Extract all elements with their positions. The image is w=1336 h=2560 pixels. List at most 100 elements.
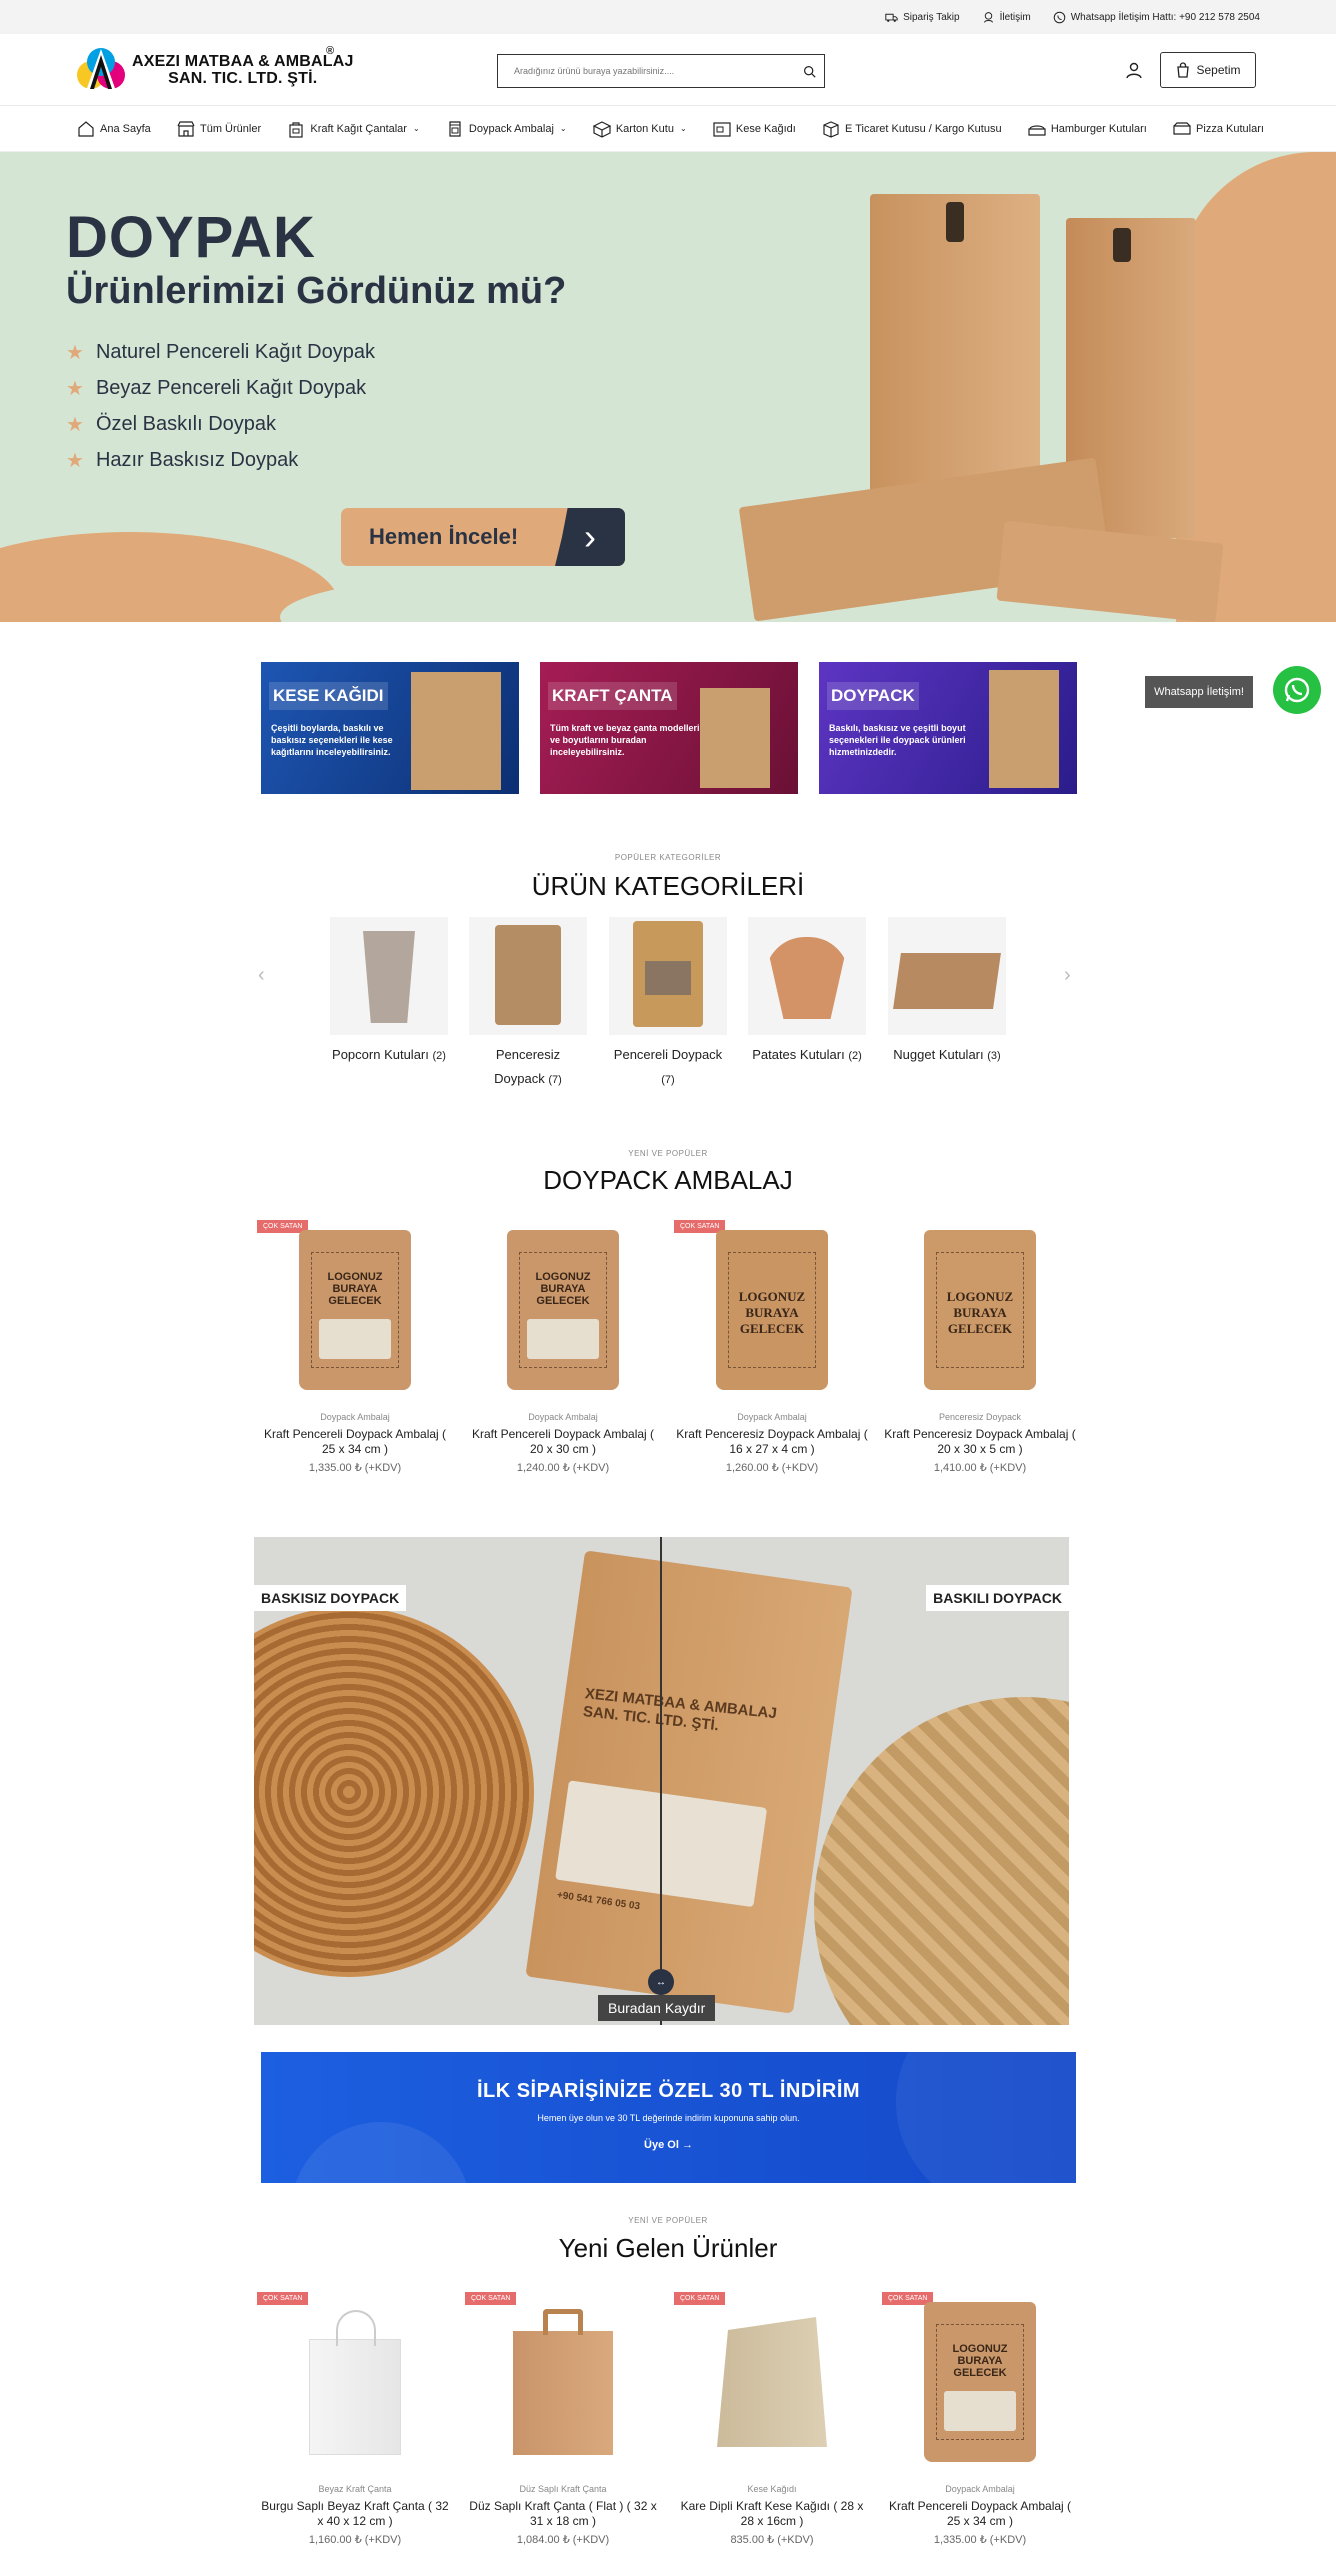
user-icon[interactable]: [1125, 61, 1143, 79]
product-category: Düz Saplı Kraft Çanta: [519, 2484, 607, 2494]
bestseller-badge: ÇOK SATAN: [465, 2292, 517, 2305]
rattan-mat-image: [254, 1607, 534, 1977]
order-track-link[interactable]: Sipariş Takip: [885, 11, 960, 24]
whatsapp-float-button[interactable]: [1273, 666, 1321, 714]
logo-mark-icon: [77, 48, 125, 91]
shopping-bag-icon: [1177, 62, 1190, 78]
hero-feature-text: Beyaz Pencereli Kağıt Doypak: [95, 377, 367, 399]
hero-feature-text: Naturel Pencereli Kağıt Doypak: [95, 341, 375, 363]
compare-right-label: BASKILI DOYPACK: [926, 1585, 1069, 1611]
product-image: LOGONUZ BURAYA GELECEK: [465, 1220, 661, 1400]
category-card[interactable]: Pencereli Doypack (7): [609, 917, 727, 1092]
category-image: [469, 917, 587, 1035]
main-nav: Ana Sayfa Tüm Ürünler Kraft Kağıt Çantal…: [0, 106, 1336, 152]
nav-item-ecommerce-box[interactable]: E Ticaret Kutusu / Kargo Kutusu: [821, 119, 1002, 139]
nav-item-burger-boxes[interactable]: Hamburger Kutuları: [1027, 119, 1147, 139]
hero-banner[interactable]: DOYPAK Ürünlerimizi Gördünüz mü? ★ Nature…: [0, 152, 1336, 622]
paper-bag-icon: [713, 121, 731, 137]
product-image: ÇOK SATAN LOGONUZ BURAYA GELECEK: [257, 1220, 453, 1400]
hero-cta-label: Hemen İncele!: [369, 524, 519, 549]
carousel-prev-icon[interactable]: ‹: [258, 964, 265, 987]
doypack-title: DOYPACK AMBALAJ: [543, 1165, 793, 1195]
pouch-icon: [449, 120, 461, 137]
product-name: Düz Saplı Kraft Çanta ( Flat ) ( 32 x 31…: [469, 2499, 657, 2528]
whatsapp-icon: [1053, 11, 1065, 23]
category-name: Popcorn Kutuları (2): [332, 1047, 446, 1062]
whatsapp-tooltip: Whatsapp İletişim!: [1145, 676, 1253, 708]
chevron-down-icon: ⌄: [559, 124, 567, 133]
category-name: Patates Kutuları (2): [752, 1047, 862, 1062]
category-image: [330, 917, 448, 1035]
category-banners: KESE KAĞIDI Çeşitli boylarda, baskılı ve…: [261, 662, 1077, 794]
hero-title: DOYPAK: [66, 205, 316, 270]
before-after-slider[interactable]: XEZI MATBAA & AMBALAJ SAN. TIC. LTD. ŞTİ…: [254, 1537, 1069, 2025]
bag-print-text: XEZI MATBAA & AMBALAJ SAN. TIC. LTD. ŞTİ…: [582, 1685, 778, 1735]
category-card[interactable]: Popcorn Kutuları (2): [330, 917, 448, 1068]
chevron-right-icon: ›: [555, 508, 625, 566]
cart-button[interactable]: Sepetim: [1160, 52, 1256, 88]
product-card[interactable]: ÇOK SATAN Kese Kağıdı Kare Dipli Kraft K…: [674, 2292, 870, 2546]
compare-left-label: BASKISIZ DOYPACK: [254, 1585, 407, 1611]
nav-item-paper-bag[interactable]: Kese Kağıdı: [712, 119, 796, 139]
nav-item-pizza-boxes[interactable]: Pizza Kutuları: [1172, 119, 1264, 139]
category-image: [748, 917, 866, 1035]
pouch-label: LOGONUZ BURAYA GELECEK: [327, 1271, 383, 1307]
category-image: [609, 917, 727, 1035]
banner-paper-bag[interactable]: KESE KAĞIDI Çeşitli boylarda, baskılı ve…: [261, 662, 519, 794]
category-card[interactable]: Nugget Kutuları (3): [888, 917, 1006, 1068]
contact-link[interactable]: İletişim: [982, 11, 1031, 24]
logo-line-2: SAN. TIC. LTD. ŞTİ.: [168, 70, 318, 87]
product-card[interactable]: ÇOK SATAN LOGONUZ BURAYA GELECEK Doypack…: [674, 1220, 870, 1474]
pouch-label: LOGONUZ BURAYA GELECEK: [535, 1271, 591, 1307]
product-name: Kraft Penceresiz Doypack Ambalaj ( 16 x …: [676, 1427, 868, 1456]
logo-line-1: AXEZI MATBAA & AMBALAJ: [132, 53, 354, 70]
site-logo[interactable]: AXEZI MATBAA & AMBALAJ SAN. TIC. LTD. ŞT…: [74, 45, 354, 95]
nav-item-doypack[interactable]: Doypack Ambalaj ⌄: [445, 119, 567, 139]
carousel-next-icon[interactable]: ›: [1064, 964, 1071, 987]
hero-feature: ★ Hazır Baskısız Doypak: [66, 448, 375, 473]
category-card[interactable]: Patates Kutuları (2): [748, 917, 866, 1068]
hero-decor-shape: [280, 572, 800, 622]
bestseller-badge: ÇOK SATAN: [257, 2292, 309, 2305]
product-card[interactable]: LOGONUZ BURAYA GELECEK Doypack Ambalaj K…: [465, 1220, 661, 1474]
search-input[interactable]: [514, 66, 803, 76]
whatsapp-line-link[interactable]: Whatsapp İletişim Hattı: +90 212 578 250…: [1053, 11, 1260, 24]
product-card[interactable]: ÇOK SATAN Düz Saplı Kraft Çanta Düz Sapl…: [465, 2292, 661, 2546]
product-name: Kraft Pencereli Doypack Ambalaj ( 25 x 3…: [888, 2499, 1072, 2528]
product-card[interactable]: LOGONUZ BURAYA GELECEK Penceresiz Doypac…: [882, 1220, 1078, 1474]
compare-drag-handle[interactable]: ↔: [648, 1969, 674, 1995]
categories-title: ÜRÜN KATEGORİLERİ: [531, 871, 805, 901]
search-icon[interactable]: [803, 65, 816, 78]
product-image: LOGONUZ BURAYA GELECEK: [882, 1220, 1078, 1400]
registered-mark: ®: [326, 45, 335, 57]
star-icon: ★: [66, 342, 84, 364]
hero-feature-text: Hazır Baskısız Doypak: [95, 449, 299, 471]
top-bar: Sipariş Takip İletişim Whatsapp İletişim…: [0, 0, 1336, 34]
store-icon: [177, 120, 195, 137]
hero-cta-button[interactable]: Hemen İncele! ›: [341, 508, 625, 566]
bamboo-steamer-image: [814, 1697, 1069, 2025]
nav-label: Karton Kutu: [615, 122, 674, 135]
nav-item-cardboard-box[interactable]: Karton Kutu ⌄: [592, 119, 687, 139]
promo-banner: İLK SİPARİŞİNİZE ÖZEL 30 TL İNDİRİM Heme…: [261, 2052, 1076, 2183]
nav-item-all-products[interactable]: Tüm Ürünler: [176, 119, 261, 139]
product-price: 1,335.00 ₺ (+KDV): [933, 2534, 1027, 2546]
product-category: Kese Kağıdı: [747, 2484, 797, 2494]
banner-kraft-bag[interactable]: KRAFT ÇANTA Tüm kraft ve beyaz çanta mod…: [540, 662, 798, 794]
compare-divider: [660, 1537, 662, 2025]
hero-feature-list: ★ Naturel Pencereli Kağıt Doypak ★ Beyaz P…: [66, 340, 375, 484]
nav-item-kraft-bags[interactable]: Kraft Kağıt Çantalar ⌄: [286, 119, 420, 139]
nav-item-home[interactable]: Ana Sayfa: [76, 119, 151, 139]
product-price: 835.00 ₺ (+KDV): [730, 2534, 814, 2546]
banner-doypack[interactable]: DOYPACK Baskılı, baskısız ve çeşitli boy…: [819, 662, 1077, 794]
signup-link[interactable]: Üye Ol →: [644, 2139, 693, 2151]
product-card[interactable]: ÇOK SATAN LOGONUZ BURAYA GELECEK Doypack…: [882, 2292, 1078, 2546]
pouch-label: LOGONUZ BURAYA GELECEK: [952, 2343, 1008, 2379]
category-card[interactable]: Penceresiz Doypack (7): [469, 917, 587, 1092]
product-card[interactable]: ÇOK SATAN LOGONUZ BURAYA GELECEK Doypack…: [257, 1220, 453, 1474]
pouch-label: LOGONUZ BURAYA GELECEK: [738, 1289, 806, 1336]
product-category: Doypack Ambalaj: [320, 1412, 390, 1422]
hero-feature-text: Özel Baskılı Doypak: [95, 413, 277, 435]
category-name: Penceresiz Doypack (7): [494, 1047, 562, 1086]
product-card[interactable]: ÇOK SATAN Beyaz Kraft Çanta Burgu Saplı …: [257, 2292, 453, 2546]
